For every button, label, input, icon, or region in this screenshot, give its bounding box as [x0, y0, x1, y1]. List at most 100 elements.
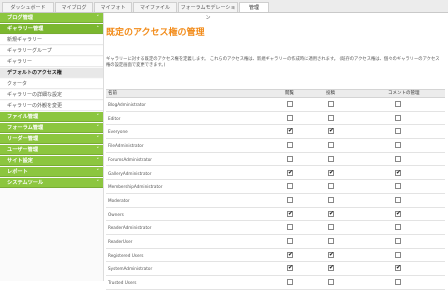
manage-comments-checkbox[interactable]	[395, 169, 401, 176]
sidebar-item[interactable]: デフォルトのアクセス権	[0, 68, 103, 78]
sidebar-item[interactable]: フォーラム管理 ˅	[0, 123, 103, 133]
post-checkbox[interactable]	[328, 127, 334, 135]
table-row: BlogAdministrator	[106, 98, 445, 112]
post-checkbox[interactable]	[328, 251, 334, 258]
table-row: ForumsAdministrator	[106, 153, 445, 167]
chevron-down-icon[interactable]: ˅	[97, 134, 100, 144]
table-header: 名前 閲覧 投稿 コメントの管理	[106, 89, 445, 98]
sidebar-item[interactable]: ギャラリー管理 ˄	[0, 24, 103, 34]
post-checkbox[interactable]	[328, 101, 334, 107]
sidebar-item-label: ブログ管理	[7, 15, 33, 21]
role-name: Registered Users	[108, 252, 144, 258]
post-checkbox[interactable]	[328, 224, 334, 231]
sidebar-item[interactable]: 新規ギャラリー	[0, 35, 103, 45]
header-name: 名前	[108, 91, 117, 96]
manage-comments-checkbox[interactable]	[395, 183, 401, 190]
tab-my-files[interactable]: マイファイル	[133, 2, 177, 12]
view-checkbox[interactable]	[287, 210, 293, 217]
chevron-up-icon[interactable]: ˄	[97, 24, 100, 34]
chevron-down-icon[interactable]: ˅	[97, 13, 100, 23]
sidebar-item-label: ギャラリーの詳細な設定	[7, 92, 63, 98]
manage-comments-checkbox[interactable]	[395, 196, 401, 203]
table-row: FileAdministrator	[106, 139, 445, 153]
view-checkbox[interactable]	[287, 279, 293, 286]
manage-comments-checkbox[interactable]	[395, 264, 401, 272]
manage-comments-checkbox[interactable]	[395, 224, 401, 231]
view-checkbox[interactable]	[287, 142, 293, 149]
sidebar-item[interactable]: ギャラリーの詳細な設定	[0, 90, 103, 100]
view-checkbox[interactable]	[287, 169, 293, 176]
chevron-down-icon[interactable]: ˅	[97, 167, 100, 177]
sidebar-item-label: クォータ	[7, 81, 28, 87]
table-row: MembershipAdministrator	[106, 180, 445, 194]
page-title: 既定のアクセス権の管理	[106, 28, 205, 38]
chevron-down-icon[interactable]: ˅	[97, 123, 100, 133]
table-row: Owners	[106, 208, 445, 222]
manage-comments-checkbox[interactable]	[395, 114, 401, 121]
chevron-down-icon[interactable]: ˅	[97, 156, 100, 166]
sidebar-item-label: ギャラリー管理	[7, 26, 44, 32]
page-description: ギャラリーに対する既定のアクセス権を定義します。 これらのアクセス権は、新規ギャ…	[106, 57, 440, 68]
tab-forum-moderation[interactable]: フォーラムモデレーション	[178, 2, 238, 21]
view-checkbox[interactable]	[287, 114, 293, 121]
sidebar-item-label: サイト設定	[7, 158, 33, 164]
sidebar-item[interactable]: システムツール ˅	[0, 178, 103, 188]
tab-my-blog[interactable]: マイブログ	[55, 2, 93, 12]
manage-comments-checkbox[interactable]	[395, 128, 401, 135]
role-name: GalleryAdministrator	[108, 170, 152, 176]
sidebar-item[interactable]: ギャラリーの外観を変更	[0, 101, 103, 111]
chevron-down-icon[interactable]: ˅	[97, 112, 100, 122]
chevron-down-icon[interactable]: ˅	[97, 178, 100, 188]
sidebar-item[interactable]: ブログ管理 ˅	[0, 13, 103, 23]
view-checkbox[interactable]	[287, 155, 293, 162]
sidebar-item[interactable]: ユーザー管理 ˅	[0, 145, 103, 155]
manage-comments-checkbox[interactable]	[395, 155, 401, 162]
post-checkbox[interactable]	[328, 210, 334, 217]
permissions-table: 名前 閲覧 投稿 コメントの管理 BlogAdministrator Editor…	[106, 89, 445, 290]
manage-comments-checkbox[interactable]	[395, 210, 401, 217]
role-name: SystemAdministrator	[108, 266, 153, 272]
manage-comments-checkbox[interactable]	[395, 238, 401, 244]
role-name: Everyone	[108, 129, 128, 135]
sidebar-item[interactable]: レポート ˅	[0, 167, 103, 177]
tab-my-photos[interactable]: マイフォト	[94, 2, 132, 12]
header-post: 投稿	[326, 91, 335, 96]
manage-comments-checkbox[interactable]	[395, 279, 401, 286]
manage-comments-checkbox[interactable]	[395, 142, 401, 149]
sidebar-item-label: ギャラリーグループ	[7, 48, 52, 54]
sidebar-item[interactable]: サイト設定 ˅	[0, 156, 103, 166]
manage-comments-checkbox[interactable]	[395, 101, 401, 107]
post-checkbox[interactable]	[328, 183, 334, 190]
admin-sidebar: ブログ管理 ˅ ギャラリー管理 ˄ 新規ギャラリーギャラリーグループギャラリー デフォルト…	[0, 13, 104, 281]
sidebar-item[interactable]: ファイル管理 ˅	[0, 112, 103, 122]
post-checkbox[interactable]	[328, 196, 334, 203]
sidebar-item[interactable]: ギャラリー	[0, 57, 103, 67]
table-row: Registered Users	[106, 249, 445, 263]
post-checkbox[interactable]	[328, 279, 334, 286]
chevron-down-icon[interactable]: ˅	[97, 145, 100, 155]
view-checkbox[interactable]	[287, 183, 293, 190]
tab-admin[interactable]: 管理	[239, 2, 269, 12]
post-checkbox[interactable]	[328, 264, 334, 272]
post-checkbox[interactable]	[328, 114, 334, 121]
header-manage-comments: コメントの管理	[388, 91, 420, 96]
view-checkbox[interactable]	[287, 127, 293, 135]
view-checkbox[interactable]	[287, 224, 293, 231]
sidebar-item[interactable]: ギャラリーグループ	[0, 46, 103, 56]
table-row: Trusted Users	[106, 276, 445, 290]
view-checkbox[interactable]	[287, 196, 293, 203]
post-checkbox[interactable]	[328, 155, 334, 162]
view-checkbox[interactable]	[287, 264, 293, 272]
role-name: ReaderAdministrator	[108, 225, 152, 231]
manage-comments-checkbox[interactable]	[395, 251, 401, 258]
post-checkbox[interactable]	[328, 238, 334, 244]
post-checkbox[interactable]	[328, 169, 334, 176]
sidebar-item[interactable]: クォータ	[0, 79, 103, 89]
table-row: SystemAdministrator	[106, 262, 445, 277]
post-checkbox[interactable]	[328, 142, 334, 149]
view-checkbox[interactable]	[287, 251, 293, 258]
view-checkbox[interactable]	[287, 238, 293, 244]
view-checkbox[interactable]	[287, 101, 293, 107]
sidebar-item[interactable]: リーダー管理 ˅	[0, 134, 103, 144]
tab-dashboard[interactable]: ダッシュボード	[2, 2, 54, 12]
